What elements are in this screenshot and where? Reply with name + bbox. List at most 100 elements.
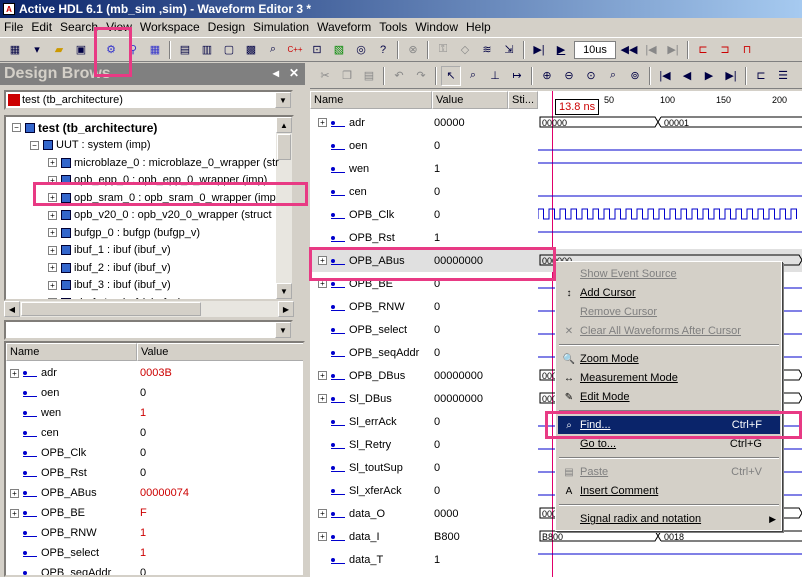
context-menu-item[interactable]: ✎ Edit Mode [558, 388, 780, 406]
tree-item[interactable]: + opb_sram_0 : opb_sram_0_wrapper (imp [48, 189, 276, 206]
clear-breakpoint-icon[interactable]: ⊐ [715, 40, 735, 60]
tree-vertical-scrollbar[interactable]: ▲ ▼ [276, 117, 292, 299]
menu-simulation[interactable]: Simulation [249, 20, 313, 34]
network-icon[interactable]: ▧ [329, 40, 349, 60]
expand-toggle-icon[interactable]: + [48, 193, 57, 202]
waveform-row[interactable]: OPB_Rst 1 [310, 226, 802, 249]
tree-item[interactable]: − test (tb_architecture) [12, 119, 157, 136]
expand-toggle-icon[interactable]: + [318, 371, 327, 380]
waveform-trace[interactable] [538, 180, 802, 203]
expand-toggle-icon[interactable]: + [318, 279, 327, 288]
context-menu-item[interactable]: ⌕ Find... Ctrl+F [558, 416, 780, 434]
zoom-full-icon[interactable]: ⊚ [625, 66, 645, 86]
tree-item[interactable]: + ibuf_3 : ibuf (ibuf_v) [48, 277, 171, 294]
signal-row[interactable]: OPB_RNW 1 [6, 523, 303, 543]
signal-row[interactable]: OPB_seqAddr 0 [6, 563, 303, 575]
tree-item[interactable]: + bufgp_0 : bufgp (bufgp_v) [48, 224, 200, 241]
menu-window[interactable]: Window [411, 20, 462, 34]
expand-toggle-icon[interactable]: − [30, 140, 39, 150]
step-time-field[interactable]: 10us [574, 40, 616, 59]
context-menu-item[interactable]: Go to... Ctrl+G [558, 435, 780, 453]
menu-view[interactable]: View [102, 20, 136, 34]
scroll-thumb[interactable] [21, 302, 201, 316]
expand-toggle-icon[interactable]: + [48, 263, 57, 272]
signal-row[interactable]: OPB_Clk 0 [6, 443, 303, 463]
scroll-right-icon[interactable]: ▶ [278, 301, 294, 317]
stop-icon[interactable]: ⊗ [403, 40, 423, 60]
wave-column-header-name[interactable]: Name [310, 91, 432, 109]
zoom-icon[interactable]: ⌕ [463, 66, 483, 86]
undo-icon[interactable]: ↶ [389, 66, 409, 86]
context-menu-item[interactable]: 🔍 Zoom Mode [558, 350, 780, 368]
menu-workspace[interactable]: Workspace [136, 20, 204, 34]
zoom-range-icon[interactable]: ⊙ [581, 66, 601, 86]
expand-toggle-icon[interactable]: + [318, 118, 327, 127]
eraser-icon[interactable]: ◇ [455, 40, 475, 60]
step-icon[interactable]: ▶ [551, 40, 571, 60]
waveform-row[interactable]: wen 1 [310, 157, 802, 180]
next-edge-icon[interactable]: ▶ [699, 66, 719, 86]
context-menu-item[interactable]: ↕ Add Cursor [558, 284, 780, 302]
tree-item[interactable]: + ibuf_2 : ibuf (ibuf_v) [48, 259, 171, 276]
cpp-debug-icon[interactable]: C++ [285, 40, 305, 60]
scroll-up-icon[interactable]: ▲ [276, 117, 292, 133]
dropdown-icon[interactable]: ▾ [27, 40, 47, 60]
last-edge-icon[interactable]: ▶| [721, 66, 741, 86]
stack-icon[interactable]: ≋ [477, 40, 497, 60]
signal-row[interactable]: + OPB_BE F [6, 503, 303, 523]
signal-row[interactable]: wen 1 [6, 403, 303, 423]
expand-toggle-icon[interactable]: + [48, 228, 57, 237]
expand-toggle-icon[interactable]: + [48, 210, 57, 220]
close-icon[interactable]: ✕ [289, 66, 299, 80]
scroll-left-icon[interactable]: ◀ [4, 301, 20, 317]
redo-icon[interactable]: ↷ [411, 66, 431, 86]
search-icon[interactable]: ⌕ [263, 40, 283, 60]
menu-design[interactable]: Design [204, 20, 249, 34]
expand-toggle-icon[interactable]: + [10, 488, 19, 498]
waveform-row[interactable]: oen 0 [310, 134, 802, 157]
grid-view-icon[interactable]: ▦ [145, 40, 165, 60]
column-header-name[interactable]: Name [6, 343, 137, 361]
measure-icon[interactable]: ⊥ [485, 66, 505, 86]
run-until-icon[interactable]: ▶| [529, 40, 549, 60]
waveform-row[interactable]: data_T 1 [310, 548, 802, 571]
waveform-trace[interactable] [538, 226, 802, 249]
open-folder-icon[interactable]: ▰ [49, 40, 69, 60]
expand-toggle-icon[interactable]: + [318, 532, 327, 541]
compile-icon[interactable]: ▤ [175, 40, 195, 60]
structure-icon[interactable]: ▦ [5, 40, 25, 60]
menu-help[interactable]: Help [462, 20, 495, 34]
context-menu-item[interactable]: Signal radix and notation ▶ [558, 510, 780, 528]
menu-waveform[interactable]: Waveform [313, 20, 375, 34]
zoom-in-icon[interactable]: ⊕ [537, 66, 557, 86]
bookmark-icon[interactable]: ⊏ [751, 66, 771, 86]
breakpoint-icon[interactable]: ⊏ [693, 40, 713, 60]
waveform-trace[interactable] [538, 548, 802, 571]
design-unit-combo[interactable]: test (tb_architecture) ▼ [4, 90, 293, 110]
tree-item[interactable]: − UUT : system (imp) [30, 137, 151, 154]
waveform-trace[interactable] [537, 203, 802, 226]
design-tree-icon[interactable]: ⚲ [123, 40, 143, 60]
prev-edge-icon[interactable]: ◀ [677, 66, 697, 86]
cut-icon[interactable]: ✂ [315, 66, 335, 86]
waveform-trace[interactable] [538, 134, 802, 157]
menu-tools[interactable]: Tools [375, 20, 411, 34]
compile-all-icon[interactable]: ▥ [197, 40, 217, 60]
copy-icon[interactable]: ❐ [337, 66, 357, 86]
tree-horizontal-scrollbar[interactable]: ◀ ▶ [4, 301, 294, 317]
tree-item[interactable]: + opb_epp_0 : opb_epp_0_wrapper (imp) [48, 172, 267, 189]
signal-row[interactable]: OPB_Rst 0 [6, 463, 303, 483]
context-menu-item[interactable]: A Insert Comment [558, 482, 780, 500]
signal-list-icon[interactable]: ☰ [773, 66, 793, 86]
signal-icon[interactable]: ⊡ [307, 40, 327, 60]
wave-column-header-value[interactable]: Value [432, 91, 508, 109]
waveform-trace[interactable] [538, 157, 802, 180]
paste-icon[interactable]: ▤ [359, 66, 379, 86]
expand-toggle-icon[interactable]: + [10, 508, 19, 518]
step-forward-icon[interactable]: ▶| [663, 40, 683, 60]
wave-column-header-stimulator[interactable]: Sti... [508, 91, 538, 109]
tree-item[interactable]: + microblaze_0 : microblaze_0_wrapper (st… [48, 154, 279, 171]
rewind-icon[interactable]: ◀◀ [619, 40, 639, 60]
signal-row[interactable]: oen 0 [6, 383, 303, 403]
hierarchy-icon[interactable]: ⚙ [101, 40, 121, 60]
